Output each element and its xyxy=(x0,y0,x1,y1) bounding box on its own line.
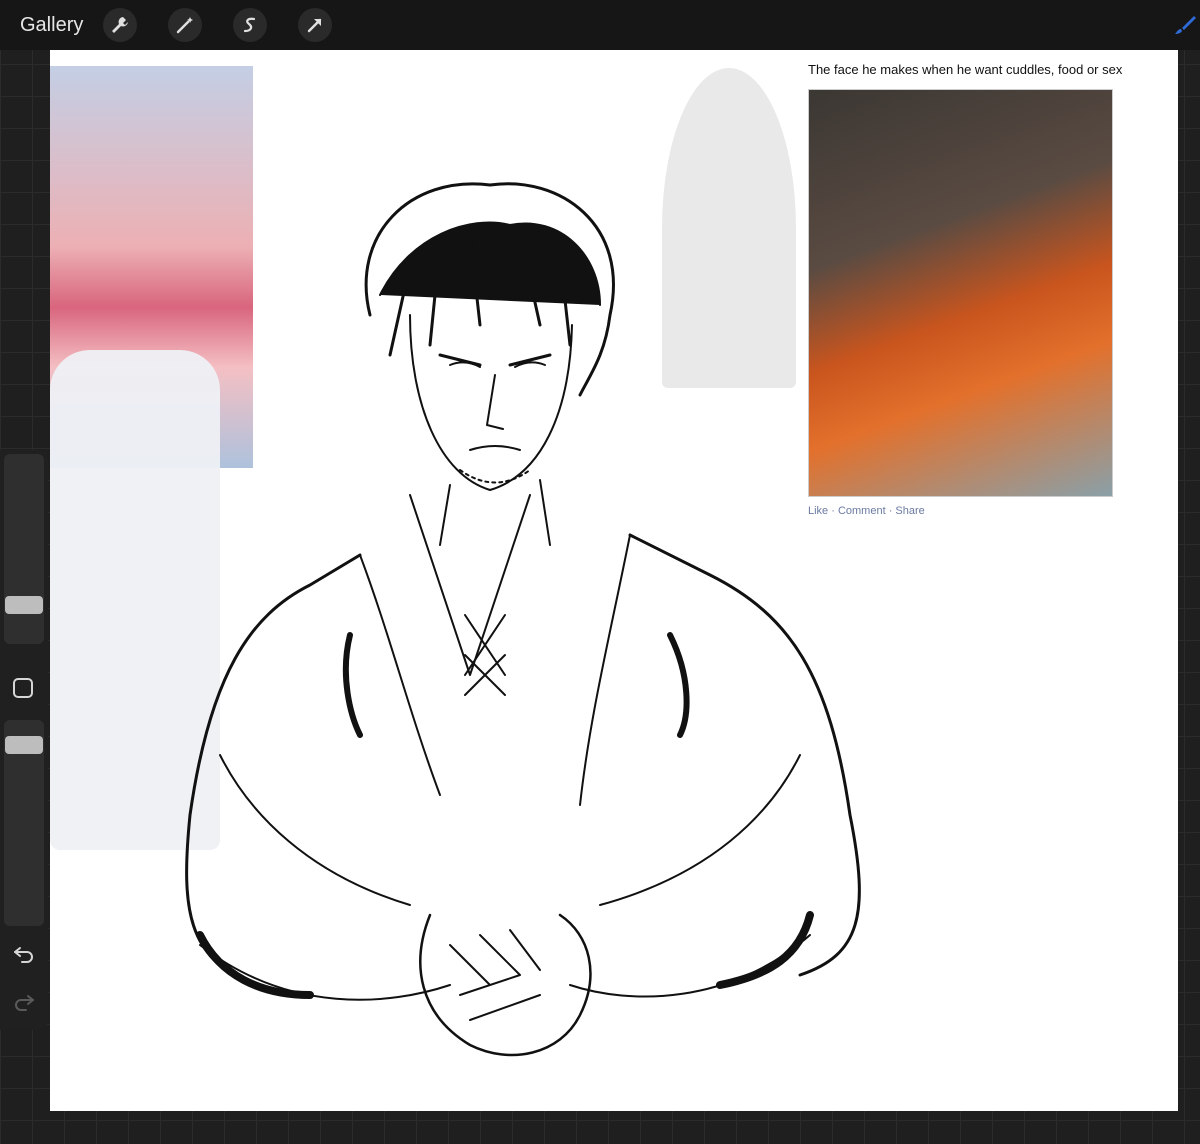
reference-post-caption: The face he makes when he want cuddles, … xyxy=(808,62,1123,77)
brush-size-thumb[interactable] xyxy=(5,596,43,614)
square-icon[interactable] xyxy=(13,678,33,698)
magic-wand-icon xyxy=(177,17,194,34)
transform-button[interactable] xyxy=(298,8,333,42)
opacity-slider[interactable] xyxy=(4,720,44,926)
drawing-canvas[interactable]: The face he makes when he want cuddles, … xyxy=(50,50,1178,1111)
selection-button[interactable] xyxy=(233,8,268,42)
brush-icon[interactable] xyxy=(1174,14,1196,36)
wrench-icon xyxy=(112,17,129,33)
gallery-button[interactable]: Gallery xyxy=(20,14,83,37)
adjustments-button[interactable] xyxy=(168,8,203,42)
top-toolbar: Gallery xyxy=(0,0,1200,50)
undo-icon[interactable] xyxy=(12,942,36,966)
actions-button[interactable] xyxy=(103,8,138,42)
opacity-thumb[interactable] xyxy=(5,736,43,754)
brush-size-slider[interactable] xyxy=(4,454,44,644)
redo-icon[interactable] xyxy=(12,990,36,1014)
character-sketch xyxy=(185,182,861,1057)
left-sidebar xyxy=(0,450,48,1030)
transform-arrow-icon xyxy=(308,18,322,33)
selection-icon xyxy=(244,17,256,33)
